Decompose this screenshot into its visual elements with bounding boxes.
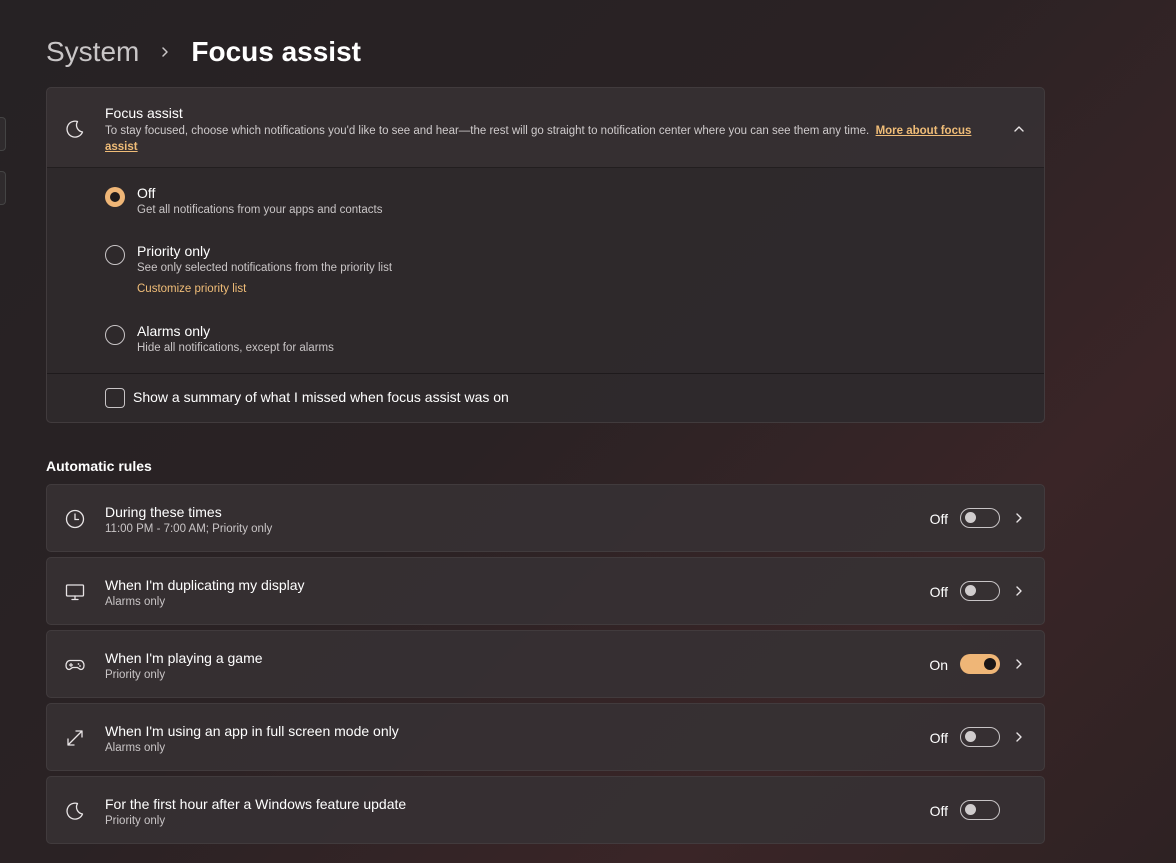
monitor-icon xyxy=(63,580,87,604)
chevron-right-icon[interactable] xyxy=(1010,728,1028,746)
rule-duplicating-display[interactable]: When I'm duplicating my display Alarms o… xyxy=(46,557,1045,625)
option-label: Priority only xyxy=(137,243,211,259)
rule-title: When I'm using an app in full screen mod… xyxy=(105,723,399,739)
rule-title: For the first hour after a Windows featu… xyxy=(105,796,407,812)
chevron-up-icon[interactable] xyxy=(1008,118,1030,140)
gamepad-icon xyxy=(63,653,87,677)
toggle-state-label: On xyxy=(929,657,948,673)
rule-after-feature-update: For the first hour after a Windows featu… xyxy=(46,776,1045,844)
summary-checkbox[interactable] xyxy=(105,388,125,408)
radio-alarms-only[interactable] xyxy=(105,325,125,345)
focus-assist-description: To stay focused, choose which notificati… xyxy=(105,123,1000,155)
option-label: Alarms only xyxy=(137,323,211,339)
option-description: Get all notifications from your apps and… xyxy=(137,204,383,216)
rule-title: During these times xyxy=(105,504,222,520)
chevron-right-icon[interactable] xyxy=(1010,582,1028,600)
description-text: To stay focused, choose which notificati… xyxy=(105,125,870,137)
rule-toggle[interactable] xyxy=(960,581,1000,601)
toggle-state-label: Off xyxy=(929,803,948,819)
rule-toggle[interactable] xyxy=(960,654,1000,674)
toggle-state-label: Off xyxy=(929,511,948,527)
breadcrumb-system[interactable]: System xyxy=(46,33,139,71)
rule-title: When I'm duplicating my display xyxy=(105,577,305,593)
breadcrumb: System Focus assist xyxy=(46,33,361,71)
fullscreen-icon xyxy=(63,726,87,750)
option-description: See only selected notifications from the… xyxy=(137,262,393,274)
rule-during-these-times[interactable]: During these times 11:00 PM - 7:00 AM; P… xyxy=(46,484,1045,552)
chevron-right-icon[interactable] xyxy=(1010,509,1028,527)
rule-toggle[interactable] xyxy=(960,800,1000,820)
automatic-rules-heading: Automatic rules xyxy=(46,458,152,474)
rule-playing-game[interactable]: When I'm playing a game Priority only On xyxy=(46,630,1045,698)
focus-assist-card: Focus assist To stay focused, choose whi… xyxy=(46,87,1045,423)
focus-assist-header[interactable]: Focus assist To stay focused, choose whi… xyxy=(47,88,1044,168)
toggle-state-label: Off xyxy=(929,730,948,746)
rule-toggle[interactable] xyxy=(960,727,1000,747)
rule-toggle[interactable] xyxy=(960,508,1000,528)
page-title: Focus assist xyxy=(191,36,361,67)
rule-subtitle: Priority only xyxy=(105,815,166,827)
rule-subtitle: Alarms only xyxy=(105,742,166,754)
option-label: Off xyxy=(137,185,156,201)
rule-subtitle: Priority only xyxy=(105,669,166,681)
nav-pane-edge[interactable] xyxy=(0,171,6,205)
moon-icon xyxy=(63,117,87,141)
rule-subtitle: 11:00 PM - 7:00 AM; Priority only xyxy=(105,523,273,535)
customize-priority-list-link[interactable]: Customize priority list xyxy=(137,283,246,295)
rule-title: When I'm playing a game xyxy=(105,650,263,666)
clock-icon xyxy=(63,507,87,531)
toggle-state-label: Off xyxy=(929,584,948,600)
rule-subtitle: Alarms only xyxy=(105,596,166,608)
chevron-right-icon xyxy=(153,40,177,64)
divider xyxy=(47,373,1044,374)
moon-icon xyxy=(63,799,87,823)
summary-checkbox-label: Show a summary of what I missed when foc… xyxy=(133,389,509,405)
focus-assist-title: Focus assist xyxy=(105,105,183,121)
chevron-right-icon[interactable] xyxy=(1010,655,1028,673)
nav-pane-edge[interactable] xyxy=(0,117,6,151)
radio-priority-only[interactable] xyxy=(105,245,125,265)
option-description: Hide all notifications, except for alarm… xyxy=(137,342,334,354)
rule-full-screen-app[interactable]: When I'm using an app in full screen mod… xyxy=(46,703,1045,771)
focus-assist-options: Off Get all notifications from your apps… xyxy=(47,168,1044,422)
radio-off[interactable] xyxy=(105,187,125,207)
